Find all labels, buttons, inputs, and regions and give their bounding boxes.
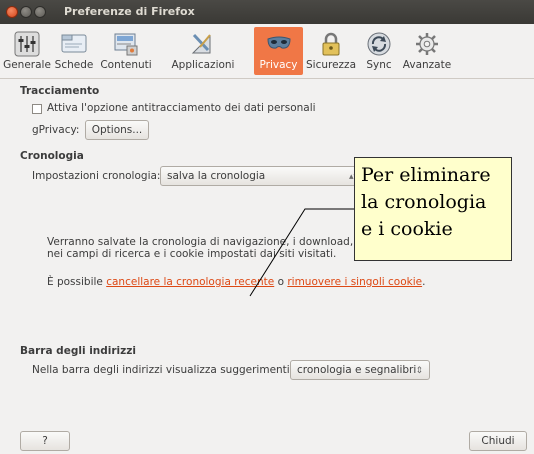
annotation-callout: Per eliminare la cronologia e i cookie — [354, 157, 512, 261]
callout-line: e i cookie — [361, 218, 453, 240]
callout-line: la cronologia — [361, 191, 487, 213]
callout-line: Per eliminare — [361, 164, 491, 186]
